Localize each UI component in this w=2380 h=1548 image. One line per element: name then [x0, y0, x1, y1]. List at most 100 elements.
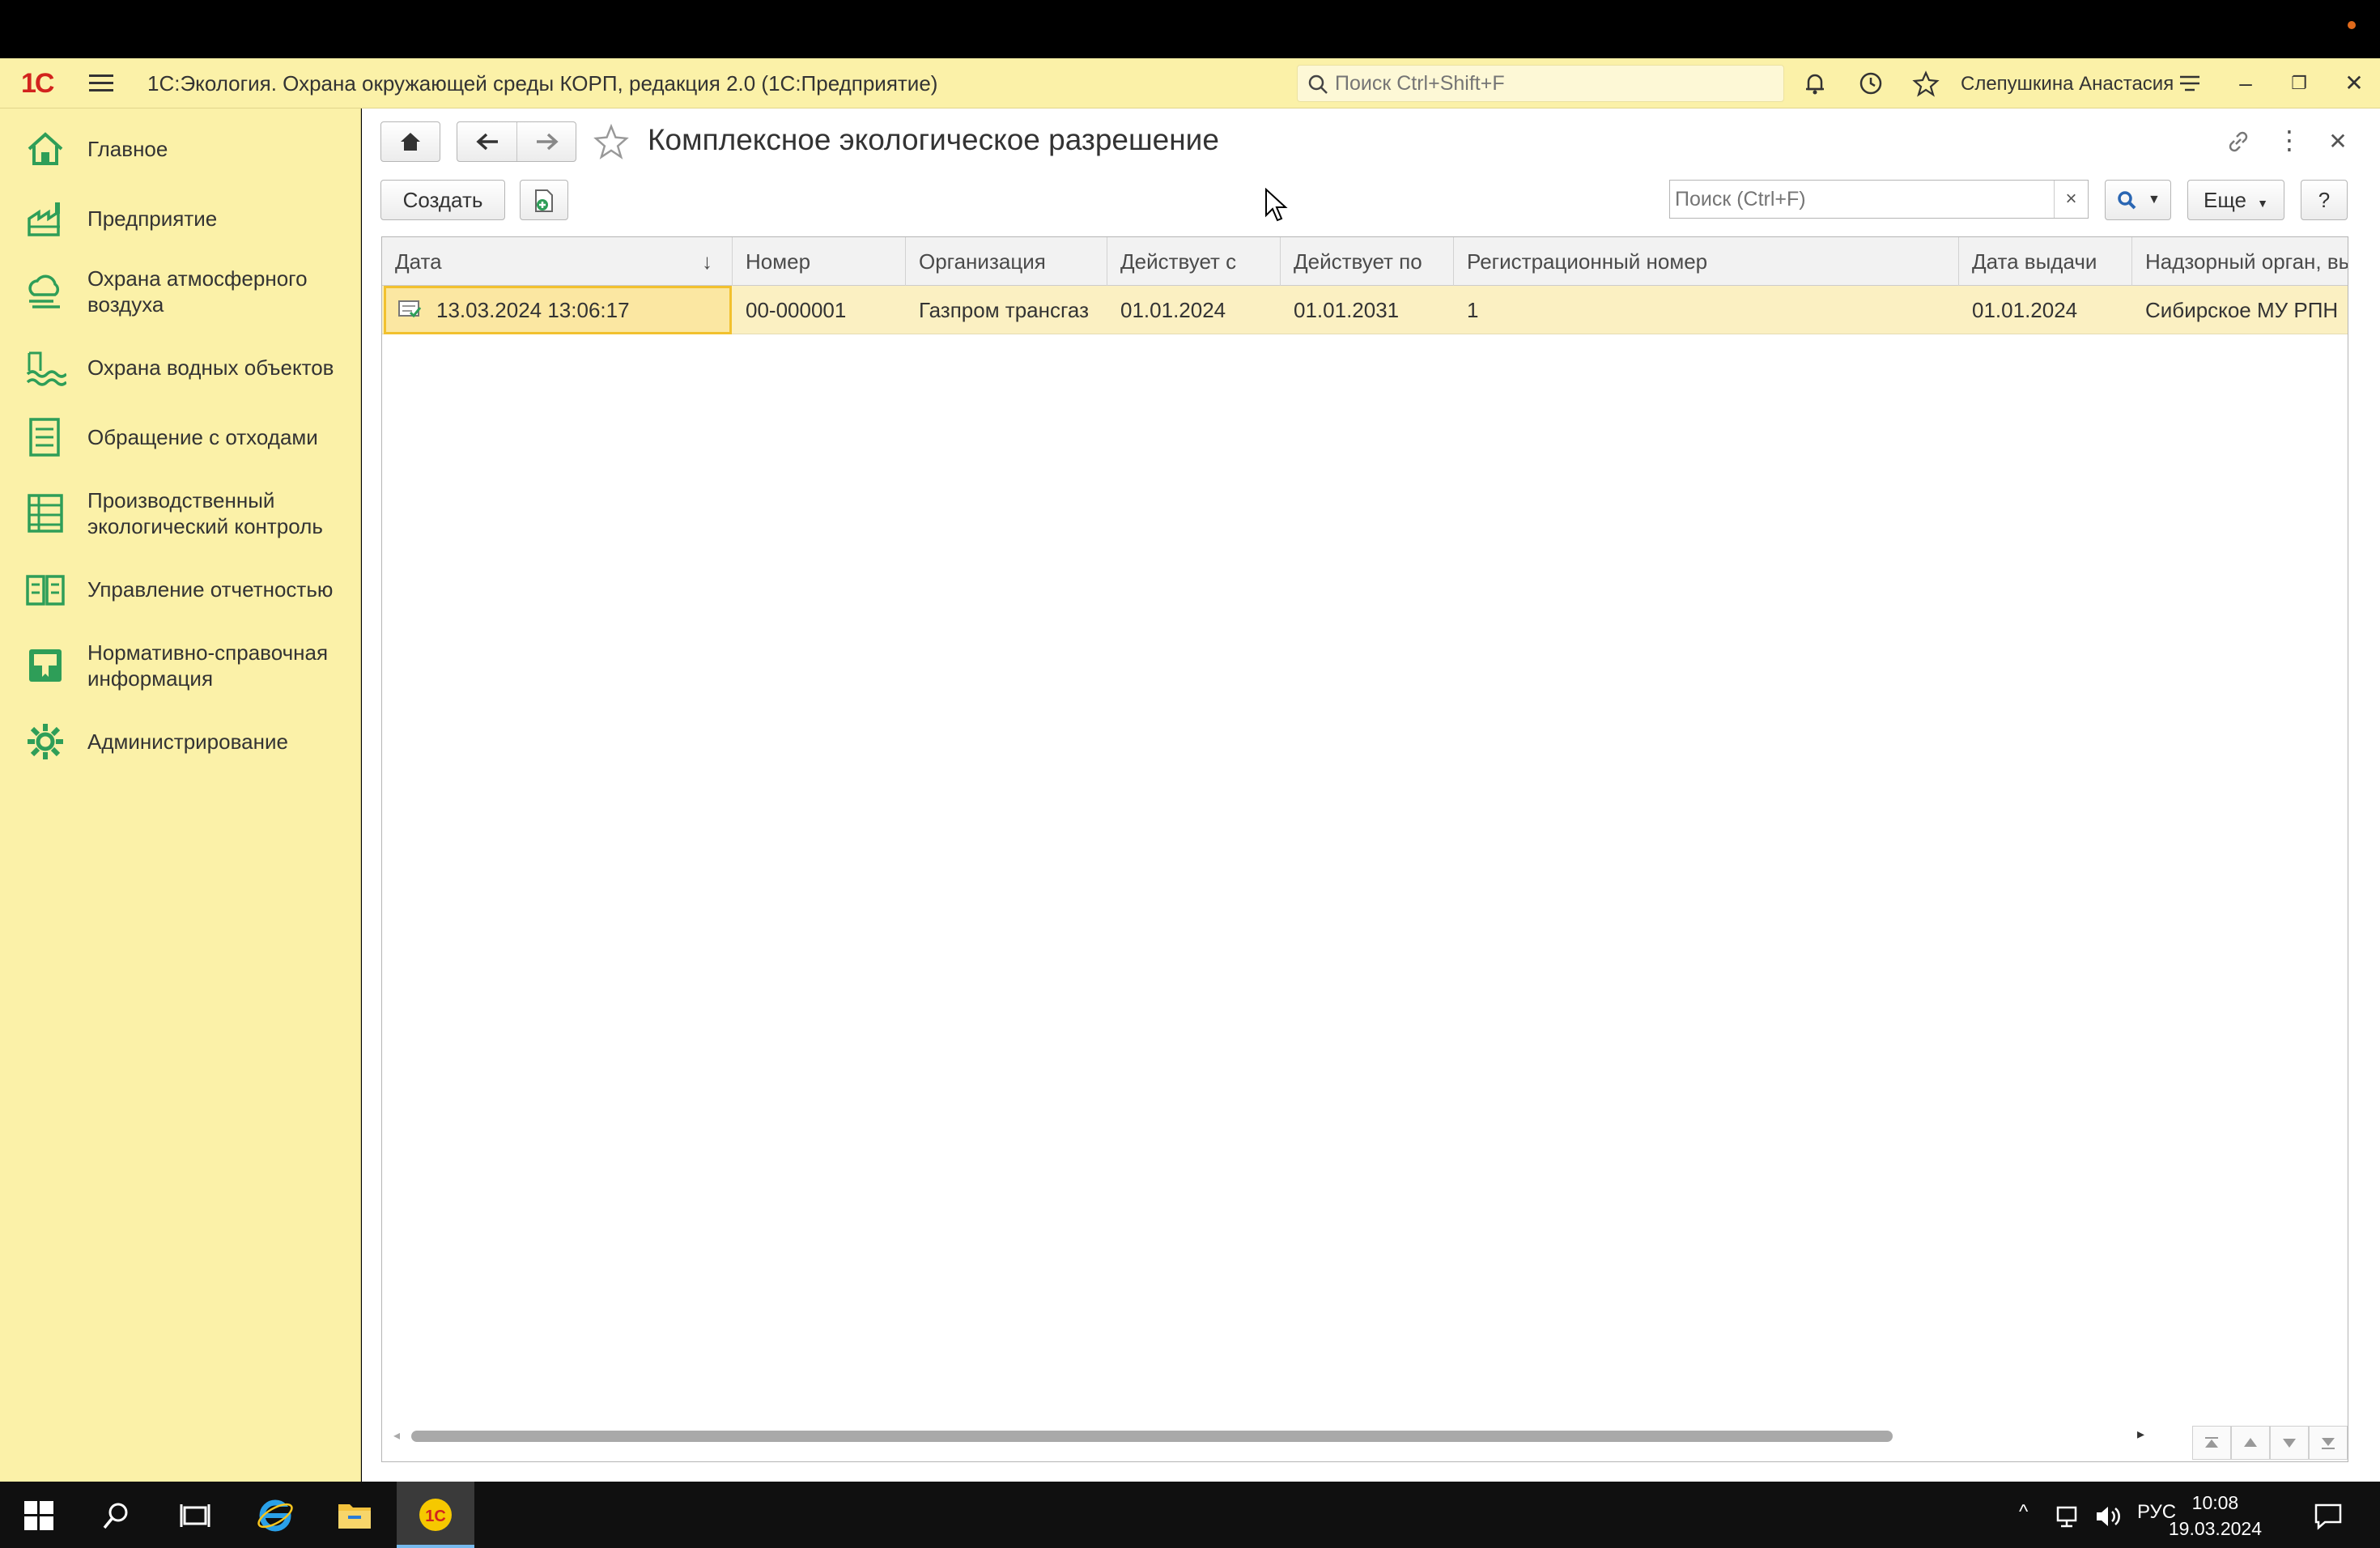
search-mode-button[interactable]: ▼ [2105, 180, 2171, 220]
column-header-number[interactable]: Номер [733, 237, 906, 286]
network-icon[interactable] [2055, 1504, 2082, 1529]
column-header-date[interactable]: Дата ↓ [382, 237, 733, 286]
sidebar-item-air[interactable]: Охрана атмосферного воздуха [0, 262, 361, 321]
sidebar-item-label: Производственный экологический контроль [87, 488, 323, 538]
table-row[interactable]: 13.03.2024 13:06:17 00-000001 Газпром тр… [382, 286, 2348, 334]
cell-valid-to[interactable]: 01.01.2031 [1281, 286, 1454, 334]
back-button[interactable] [457, 122, 517, 161]
sidebar-item-enterprise[interactable]: Предприятие [0, 196, 361, 241]
reference-book-icon [29, 649, 62, 682]
cell-reg-number[interactable]: 1 [1454, 286, 1959, 334]
system-clock[interactable]: 10:08 19.03.2024 [2169, 1490, 2262, 1542]
taskbar-1c-app[interactable]: 1С [397, 1482, 474, 1548]
scroll-to-last-button[interactable] [2309, 1426, 2348, 1460]
notifications-icon[interactable] [2314, 1503, 2343, 1530]
add-to-favorites-star-icon[interactable] [593, 123, 630, 160]
history-icon[interactable] [1857, 70, 1885, 97]
more-actions-kebab-icon[interactable]: ⋮ [2276, 126, 2302, 157]
global-search[interactable] [1297, 65, 1784, 102]
column-header-reg-number[interactable]: Регистрационный номер [1454, 237, 1959, 286]
scroll-left-icon[interactable]: ◂ [393, 1427, 400, 1444]
clear-search-button[interactable]: × [2054, 181, 2088, 218]
search-icon [1308, 74, 1328, 94]
1c-logo-icon[interactable]: 1С [21, 70, 68, 97]
column-header-authority[interactable]: Надзорный орган, вы [2132, 237, 2348, 286]
sidebar-item-label: Главное [87, 137, 168, 161]
sidebar-item-label: Обращение с отходами [87, 425, 318, 449]
bell-icon[interactable] [1801, 70, 1829, 97]
scroll-to-first-button[interactable] [2192, 1426, 2231, 1460]
taskbar-search-button[interactable] [78, 1482, 155, 1548]
create-button[interactable]: Создать [380, 180, 505, 220]
sidebar-item-label: Предприятие [87, 206, 218, 231]
home-button[interactable] [380, 121, 440, 162]
column-header-label: Дата [395, 249, 442, 274]
last-page-icon [2322, 1438, 2335, 1449]
more-button[interactable]: Еще ▼ [2187, 180, 2284, 220]
sidebar-item-label: Нормативно-справочная информация [87, 640, 329, 691]
search-icon [103, 1503, 128, 1529]
scroll-down-button[interactable] [2270, 1426, 2309, 1460]
sort-desc-arrow-icon: ↓ [702, 249, 712, 274]
start-button[interactable] [0, 1482, 78, 1548]
sidebar-item-waste[interactable]: Обращение с отходами [0, 415, 361, 460]
chevron-down-icon: ▼ [2257, 197, 2268, 210]
task-view-icon [180, 1504, 210, 1527]
sidebar-item-main[interactable]: Главное [0, 126, 361, 172]
taskbar-file-explorer[interactable] [316, 1482, 393, 1548]
more-button-label: Еще [2204, 188, 2246, 212]
horizontal-scrollbar[interactable] [411, 1431, 2241, 1442]
sidebar-item-admin[interactable]: Администрирование [0, 719, 361, 764]
cell-number[interactable]: 00-000001 [733, 286, 906, 334]
scroll-right-icon[interactable]: ▸ [2137, 1426, 2144, 1443]
list-search-input[interactable] [1675, 185, 2055, 213]
cell-valid-from[interactable]: 01.01.2024 [1107, 286, 1281, 334]
cell-authority[interactable]: Сибирское МУ РПН [2132, 286, 2348, 334]
cell-issue-date[interactable]: 01.01.2024 [1959, 286, 2132, 334]
close-form-icon[interactable]: ✕ [2323, 126, 2352, 157]
favorites-star-icon[interactable] [1912, 70, 1940, 97]
cell-date[interactable]: 13.03.2024 13:06:17 [384, 286, 732, 334]
sidebar-item-reference[interactable]: Нормативно-справочная информация [0, 636, 361, 695]
sidebar-item-control[interactable]: Производственный экологический контроль [0, 484, 361, 542]
column-header-valid-from[interactable]: Действует с [1107, 237, 1281, 286]
sidebar-item-label: Администрирование [87, 729, 288, 754]
minimize-icon[interactable]: – [2228, 66, 2263, 100]
forward-button[interactable] [517, 122, 577, 161]
home-icon [401, 133, 420, 151]
column-header-organization[interactable]: Организация [906, 237, 1107, 286]
tray-expand-icon[interactable]: ^ [2019, 1501, 2028, 1524]
document-list-table: Дата ↓ Номер Организация Действует с Дей… [381, 236, 2348, 1462]
gear-icon [28, 724, 63, 759]
column-header-valid-to[interactable]: Действует по [1281, 237, 1454, 286]
close-window-icon[interactable]: ✕ [2336, 66, 2372, 100]
main-menu-icon[interactable] [89, 74, 113, 92]
app-title-bar: 1С 1С:Экология. Охрана окружающей среды … [0, 58, 2380, 108]
clock-date: 19.03.2024 [2168, 1518, 2262, 1539]
up-icon [2244, 1438, 2257, 1447]
scrollbar-thumb[interactable] [411, 1431, 1893, 1442]
reports-book-icon [26, 575, 65, 606]
arrow-right-icon [537, 133, 559, 151]
app-title: 1С:Экология. Охрана окружающей среды КОР… [147, 71, 938, 96]
cell-organization[interactable]: Газпром трансгаз [906, 286, 1107, 334]
sidebar-item-reports[interactable]: Управление отчетностью [0, 567, 361, 612]
restore-icon[interactable]: ❐ [2281, 66, 2317, 100]
help-button[interactable]: ? [2301, 180, 2348, 220]
create-based-on-button[interactable] [520, 180, 568, 220]
taskbar-internet-explorer[interactable] [236, 1482, 314, 1548]
settings-menu-icon[interactable] [2176, 70, 2204, 97]
sidebar-item-water[interactable]: Охрана водных объектов [0, 345, 361, 390]
volume-icon[interactable] [2095, 1504, 2124, 1529]
control-grid-icon [28, 494, 63, 533]
global-search-input[interactable] [1335, 70, 1772, 96]
form-title: Комплексное экологическое разрешение [648, 123, 1219, 156]
task-view-button[interactable] [155, 1482, 233, 1548]
first-page-icon [2205, 1437, 2218, 1448]
user-name[interactable]: Слепушкина Анастасия [1961, 73, 2174, 96]
column-header-issue-date[interactable]: Дата выдачи [1959, 237, 2132, 286]
sidebar-item-label: Управление отчетностью [87, 577, 334, 602]
link-icon[interactable] [2225, 128, 2252, 155]
water-waves-icon [26, 351, 66, 386]
scroll-up-button[interactable] [2231, 1426, 2270, 1460]
